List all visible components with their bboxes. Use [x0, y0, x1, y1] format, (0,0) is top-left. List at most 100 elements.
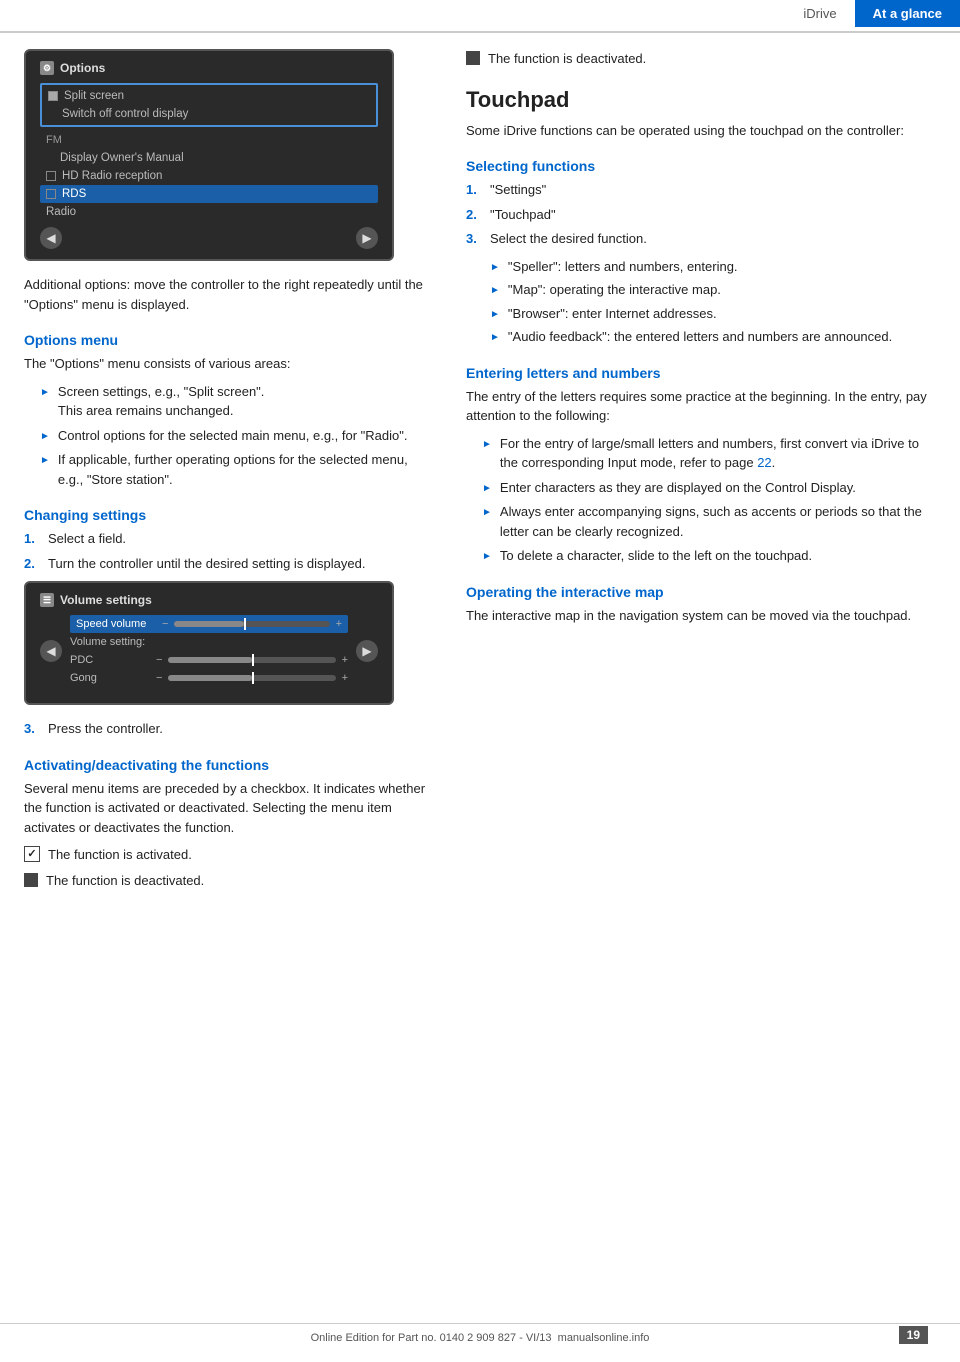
screen-item-split: Split screen — [42, 87, 376, 105]
page-content: ⚙ Options Split screen Switch off contro… — [0, 49, 960, 896]
sel-bullet-3-text: "Browser": enter Internet addresses. — [508, 304, 717, 324]
changing-step-1-text: Select a field. — [48, 529, 126, 549]
entering-para: The entry of the letters requires some p… — [466, 387, 936, 426]
pdc-slider — [168, 657, 335, 663]
sel-bullet-2: ► "Map": operating the interactive map. — [490, 280, 936, 300]
check-icon: ✓ — [24, 846, 40, 862]
square-icon — [24, 873, 38, 887]
screen1-nav-arrows: ◀ ▶ — [40, 227, 378, 249]
enter-bullet-4: ► To delete a character, slide to the le… — [474, 546, 936, 566]
screen-item-hdradio: HD Radio reception — [40, 167, 378, 185]
deactivated-text-right: The function is deactivated. — [488, 49, 646, 69]
touchpad-intro: Some iDrive functions can be operated us… — [466, 121, 936, 141]
footer-site: manualsonline.info — [558, 1332, 650, 1344]
activating-para: Several menu items are preceded by a che… — [24, 779, 434, 838]
screen-item-ownersmanual: Display Owner's Manual — [40, 149, 378, 167]
bullet-control-options: ► Control options for the selected main … — [32, 426, 434, 446]
selecting-functions-heading: Selecting functions — [466, 158, 936, 174]
options-bullets-list: ► Screen settings, e.g., "Split screen".… — [24, 382, 434, 490]
selecting-step-2-text: "Touchpad" — [490, 205, 556, 225]
gong-slider — [168, 675, 335, 681]
activated-text: The function is activated. — [48, 845, 192, 865]
sel-bullet-3: ► "Browser": enter Internet addresses. — [490, 304, 936, 324]
sel-tri-3: ► — [490, 307, 500, 324]
selecting-step-1-text: "Settings" — [490, 180, 546, 200]
gong-slider-fill — [168, 675, 252, 681]
enter-tri-2: ► — [482, 481, 492, 498]
tab-idrive[interactable]: iDrive — [785, 0, 854, 27]
bullet-screen-settings: ► Screen settings, e.g., "Split screen".… — [32, 382, 434, 421]
enter-bullet-1: ► For the entry of large/small letters a… — [474, 434, 936, 473]
header-tabs: iDrive At a glance — [785, 0, 960, 27]
vol-nav-right: ▶ — [356, 640, 378, 662]
enter-tri-3: ► — [482, 505, 492, 541]
volume-title-text: Volume settings — [60, 593, 152, 607]
volume-row-pdc: PDC − + — [70, 651, 348, 669]
step3-num: 3. — [24, 719, 40, 739]
screen1-title-text: Options — [60, 61, 105, 75]
screen-item-radio: Radio — [40, 203, 378, 221]
operating-map-para: The interactive map in the navigation sy… — [466, 606, 936, 626]
checkbox-hdradio — [46, 171, 56, 181]
changing-steps-list: 1. Select a field. 2. Turn the controlle… — [24, 529, 434, 573]
pdc-slider-fill — [168, 657, 252, 663]
bullet-icon-2: ► — [40, 429, 50, 446]
page-footer: Online Edition for Part no. 0140 2 909 8… — [0, 1323, 960, 1344]
left-column: ⚙ Options Split screen Switch off contro… — [24, 49, 434, 896]
volume-screen-mockup: ☰ Volume settings ◀ Speed volume − + — [24, 581, 394, 705]
activated-line: ✓ The function is activated. — [24, 845, 434, 865]
checkbox-split — [48, 91, 58, 101]
selecting-bullets-list: ► "Speller": letters and numbers, enteri… — [466, 257, 936, 347]
bullet-text-1: Screen settings, e.g., "Split screen". — [58, 384, 265, 399]
gong-slider-marker — [252, 672, 254, 684]
speed-slider-fill — [174, 621, 244, 627]
enter-bullet-4-text: To delete a character, slide to the left… — [500, 546, 812, 566]
sel-bullet-1-text: "Speller": letters and numbers, entering… — [508, 257, 738, 277]
checkbox-rds — [46, 189, 56, 199]
deactivated-line: The function is deactivated. — [24, 871, 434, 891]
bullet-icon-3: ► — [40, 453, 50, 489]
enter-tri-1: ► — [482, 437, 492, 473]
page-header: iDrive At a glance — [0, 0, 960, 33]
sel-bullet-1: ► "Speller": letters and numbers, enteri… — [490, 257, 936, 277]
speed-slider — [174, 621, 329, 627]
volume-setting-label-row: Volume setting: — [70, 633, 348, 651]
list-icon: ☰ — [40, 593, 54, 607]
sel-bullet-2-text: "Map": operating the interactive map. — [508, 280, 721, 300]
screen-item-rds: RDS — [40, 185, 378, 203]
sel-tri-1: ► — [490, 260, 500, 277]
nav-right-arrow: ▶ — [356, 227, 378, 249]
bullet-text-3: If applicable, further operating options… — [58, 450, 434, 489]
vol-nav-left: ◀ — [40, 640, 62, 662]
tab-at-glance[interactable]: At a glance — [855, 0, 960, 27]
nav-left-arrow: ◀ — [40, 227, 62, 249]
step3-text: Press the controller. — [48, 719, 163, 739]
page-ref-link[interactable]: 22 — [757, 455, 771, 470]
caption1: Additional options: move the controller … — [24, 275, 434, 314]
selecting-step-1: 1. "Settings" — [466, 180, 936, 200]
enter-bullet-3-text: Always enter accompanying signs, such as… — [500, 502, 936, 541]
changing-settings-heading: Changing settings — [24, 507, 434, 523]
options-menu-intro: The "Options" menu consists of various a… — [24, 354, 434, 374]
selecting-step-3-text: Select the desired function. — [490, 229, 647, 249]
page-number: 19 — [899, 1326, 928, 1344]
volume-rows-area: Speed volume − + Volume setting: — [70, 615, 348, 687]
sel-tri-2: ► — [490, 283, 500, 300]
enter-bullet-3: ► Always enter accompanying signs, such … — [474, 502, 936, 541]
volume-row-speed: Speed volume − + — [70, 615, 348, 633]
enter-tri-4: ► — [482, 549, 492, 566]
right-column: The function is deactivated. Touchpad So… — [466, 49, 936, 896]
bullet-further-options: ► If applicable, further operating optio… — [32, 450, 434, 489]
speed-slider-marker — [244, 618, 246, 630]
entering-bullets-list: ► For the entry of large/small letters a… — [466, 434, 936, 566]
screen-item-switchoff: Switch off control display — [42, 105, 376, 123]
square-icon-right — [466, 51, 480, 65]
volume-screen-title: ☰ Volume settings — [40, 593, 378, 607]
step3-line: 3. Press the controller. — [24, 719, 434, 739]
entering-heading: Entering letters and numbers — [466, 365, 936, 381]
bullet-text-2: Control options for the selected main me… — [58, 426, 408, 446]
bullet-icon-1: ► — [40, 385, 50, 421]
selecting-steps-list: 1. "Settings" 2. "Touchpad" 3. Select th… — [466, 180, 936, 249]
gear-icon: ⚙ — [40, 61, 54, 75]
sel-bullet-4-text: "Audio feedback": the entered letters an… — [508, 327, 892, 347]
